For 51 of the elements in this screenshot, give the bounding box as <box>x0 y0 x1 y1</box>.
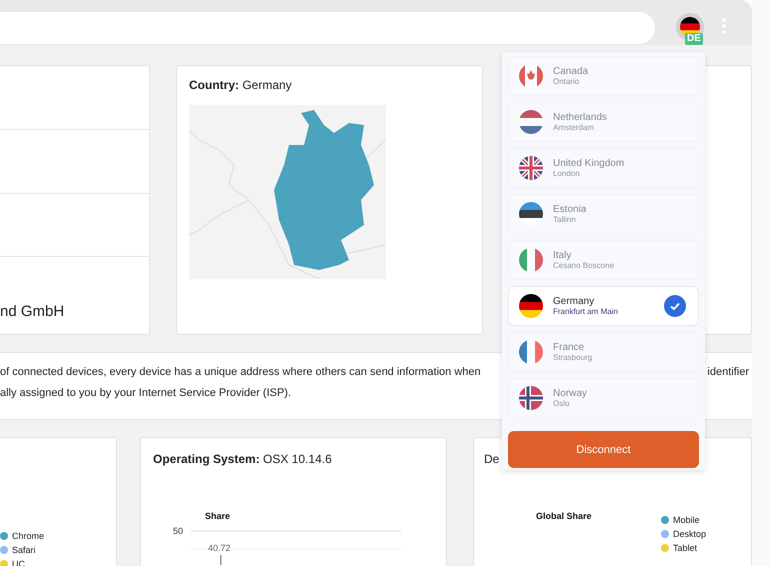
location-item[interactable]: Norway Oslo <box>508 378 699 418</box>
os-title: Operating System: OSX 10.14.6 <box>153 452 333 466</box>
description-text: of connected devices, every device has a unique address where others can send information when <box>0 366 481 380</box>
description-text: identifier <box>707 366 749 380</box>
flag-icon <box>519 386 543 410</box>
country-title: Country: Germany <box>189 78 293 92</box>
isp-text: nd GmbH <box>0 303 64 320</box>
flag-icon <box>519 340 543 364</box>
chart-title: Share <box>205 511 232 521</box>
country-name: Netherlands <box>553 112 608 123</box>
location-item[interactable]: Estonia Tallinn <box>508 194 699 234</box>
flag-icon <box>519 64 543 88</box>
country-name: Canada <box>553 66 590 77</box>
legend-label: Tablet <box>672 542 697 552</box>
city-name: Tallinn <box>553 215 577 224</box>
flag-icon <box>519 156 543 180</box>
location-item[interactable]: United Kingdom London <box>508 148 699 188</box>
checkmark-icon <box>664 295 686 317</box>
disconnect-button[interactable]: Disconnect <box>508 431 699 468</box>
country-name: Italy <box>553 250 572 261</box>
country-name: Germany <box>553 296 596 307</box>
location-item[interactable]: Italy Cesano Boscone <box>508 240 699 280</box>
country-name: France <box>553 342 586 353</box>
city-name: Oslo <box>553 399 570 408</box>
legend-label: Mobile <box>672 514 700 524</box>
data-label: 40.72 <box>208 543 231 553</box>
legend-label: Desktop <box>672 528 706 538</box>
city-name: Ontario <box>553 77 580 86</box>
location-item[interactable]: Germany Frankfurt am Main <box>508 286 699 326</box>
axis-label: 50 <box>173 526 184 536</box>
legend-label: Safari <box>12 544 36 554</box>
city-name: Frankfurt am Main <box>553 307 619 316</box>
chart-title: Global Share <box>536 511 592 521</box>
device-title: De <box>484 452 500 466</box>
legend-label: Chrome <box>12 530 44 540</box>
country-name: United Kingdom <box>553 158 626 169</box>
city-name: London <box>553 169 581 178</box>
flag-icon <box>519 294 543 318</box>
flag-avatar-icon[interactable] <box>676 12 704 40</box>
location-item[interactable]: Canada Ontario <box>508 56 699 96</box>
description-text: ally assigned to you by your Internet Service Provider (ISP). <box>0 387 292 401</box>
location-item[interactable]: Netherlands Amsterdam <box>508 102 699 142</box>
country-badge: DE <box>685 33 703 45</box>
country-name: Estonia <box>553 204 588 215</box>
city-name: Cesano Boscone <box>553 261 615 270</box>
flag-icon <box>519 248 543 272</box>
country-name: Norway <box>553 388 588 399</box>
city-name: Amsterdam <box>553 123 595 132</box>
location-item[interactable]: France Strasbourg <box>508 332 699 372</box>
city-name: Strasbourg <box>553 353 594 362</box>
flag-icon <box>519 110 543 134</box>
